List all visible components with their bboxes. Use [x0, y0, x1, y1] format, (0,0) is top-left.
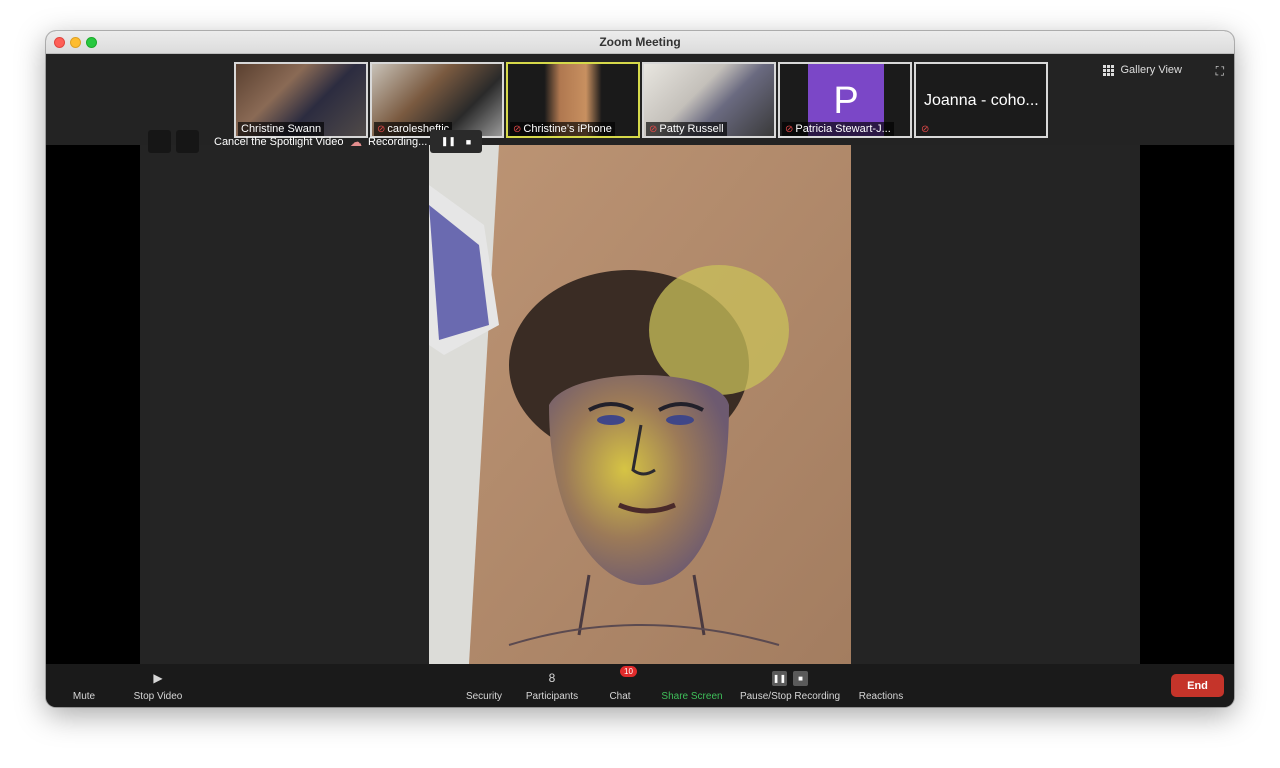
participants-label: Participants [525, 691, 579, 702]
chat-unread-badge: 10 [620, 666, 637, 677]
chat-button[interactable]: 10 Chat [607, 664, 637, 707]
stop-icon: ■ [793, 671, 808, 686]
participants-count: 8 [548, 671, 556, 685]
reactions-button[interactable]: Reactions [854, 664, 908, 707]
chat-label: Chat [609, 691, 631, 702]
spotlight-video-frame [429, 145, 851, 664]
gallery-view-label: Gallery View [1120, 64, 1182, 76]
mic-muted-icon: ⊘ [377, 123, 386, 135]
share-screen-button[interactable]: Share Screen [658, 664, 726, 707]
participant-strip: Christine Swann ⊘ carolesheftiс ⊘ Christin… [234, 62, 1048, 138]
cancel-spotlight-button[interactable]: Cancel the Spotlight Video [214, 136, 343, 148]
participant-tile[interactable]: Christine Swann [234, 62, 368, 138]
title-bar: Zoom Meeting [46, 31, 1234, 54]
pause-stop-recording-label: Pause/Stop Recording [739, 691, 841, 702]
recording-mini-controls: ❚❚ ■ [430, 130, 482, 153]
participants-button[interactable]: 8 Participants [520, 664, 584, 707]
pause-recording-icon[interactable]: ❚❚ [441, 136, 456, 147]
participant-name: Christine’s iPhone [523, 123, 612, 135]
fullscreen-icon[interactable]: ⛶ [1216, 64, 1224, 79]
portrait-drawing-image [429, 145, 851, 664]
pause-icon: ❚❚ [772, 671, 787, 686]
recording-label: Recording... [368, 136, 428, 148]
participant-tile-active[interactable]: ⊘ Christine’s iPhone [506, 62, 640, 138]
recording-indicator: ☁ Recording... [350, 135, 427, 149]
window-title: Zoom Meeting [599, 35, 681, 49]
stop-video-button[interactable]: ▶ Stop Video [126, 664, 190, 707]
grid-icon [1103, 64, 1115, 76]
cloud-recording-icon: ☁ [350, 135, 362, 149]
mute-label: Mute [72, 691, 96, 702]
stop-video-label: Stop Video [133, 691, 183, 702]
share-screen-label: Share Screen [661, 691, 723, 702]
mic-muted-icon: ⊘ [921, 124, 930, 135]
participant-tile[interactable]: Joanna - coho... ⊘ [914, 62, 1048, 138]
video-control-button[interactable] [176, 130, 199, 153]
end-meeting-button[interactable]: End [1171, 674, 1224, 697]
participant-name-label: ⊘ Patty Russell [646, 122, 727, 136]
reactions-label: Reactions [858, 691, 904, 702]
mute-button[interactable]: Mute [62, 664, 106, 707]
gallery-view-button[interactable]: Gallery View [1103, 64, 1182, 76]
recording-buttons: ❚❚ ■ [772, 671, 808, 686]
participant-name: Patty Russell [659, 123, 724, 135]
participant-name-label: ⊘ [918, 123, 932, 136]
participant-name-label: ⊘ Patricia Stewart-J... [782, 122, 894, 136]
mic-muted-icon: ⊘ [513, 123, 522, 135]
participant-name-label: ⊘ Christine’s iPhone [510, 122, 615, 136]
participant-tile[interactable]: ⊘ Patty Russell [642, 62, 776, 138]
security-button[interactable]: Security [458, 664, 510, 707]
participant-tile[interactable]: ⊘ carolesheftiс [370, 62, 504, 138]
participant-tile[interactable]: P ⊘ Patricia Stewart-J... [778, 62, 912, 138]
security-label: Security [465, 691, 503, 702]
meeting-toolbar: Mute ▶ Stop Video Security 8 Participant… [46, 664, 1234, 707]
stop-recording-icon[interactable]: ■ [466, 137, 471, 147]
spotlight-controls: Cancel the Spotlight Video [148, 130, 343, 153]
video-camera-icon: ▶ [153, 671, 163, 685]
mic-muted-icon: ⊘ [649, 123, 658, 135]
mic-muted-icon: ⊘ [785, 123, 794, 135]
pause-stop-recording-button[interactable]: ❚❚ ■ Pause/Stop Recording [736, 664, 844, 707]
participant-name: Joanna - coho... [924, 92, 1039, 109]
zoom-window: Zoom Meeting Christine Swann ⊘ caroleshef… [46, 31, 1234, 707]
video-control-button[interactable] [148, 130, 171, 153]
participant-name: Patricia Stewart-J... [795, 123, 891, 135]
